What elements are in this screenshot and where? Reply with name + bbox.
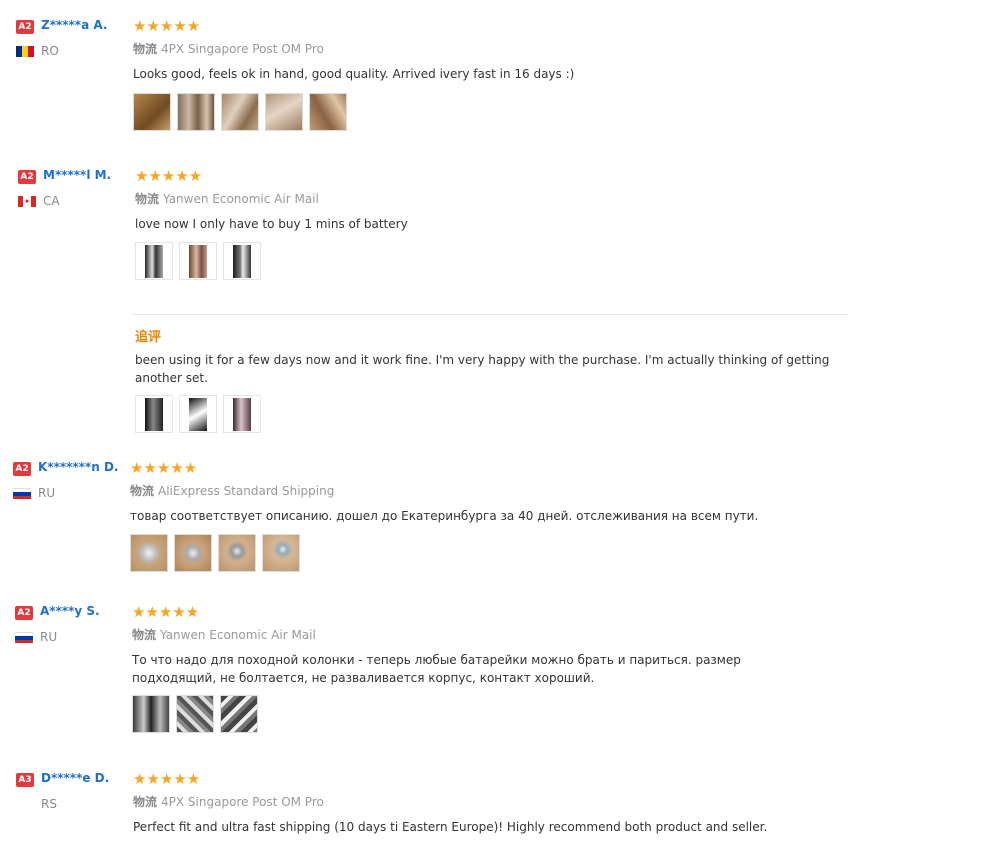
review-photo[interactable] xyxy=(223,395,261,433)
review-text: love now I only have to buy 1 mins of ba… xyxy=(135,217,408,231)
shipping-name: AliExpress Standard Shipping xyxy=(158,484,335,498)
review-content: ★★★★★ 物流 Yanwen Economic Air Mail То что … xyxy=(132,604,852,733)
review-content: ★★★★★ 物流 4PX Singapore Post OM Pro Looks … xyxy=(133,18,853,131)
shipping-label: 物流 xyxy=(132,628,157,642)
review-photo[interactable] xyxy=(262,534,300,572)
shipping-method: 物流 4PX Singapore Post OM Pro xyxy=(133,793,853,810)
append-review-text: been using it for a few days now and it … xyxy=(135,353,830,385)
review-photo[interactable] xyxy=(133,93,171,131)
shipping-method: 物流 4PX Singapore Post OM Pro xyxy=(133,40,853,57)
review-photo[interactable] xyxy=(179,242,217,280)
review-photo[interactable] xyxy=(130,534,168,572)
star-rating-icon: ★★★★★ xyxy=(132,603,200,621)
review-photos xyxy=(135,242,855,280)
reviewer-country: RU xyxy=(38,486,56,500)
level-badge: A2 xyxy=(18,170,36,184)
reviewer-country: RU xyxy=(40,630,58,644)
review-photo[interactable] xyxy=(174,534,212,572)
append-review: 追评 been using it for a few days now and … xyxy=(135,326,855,433)
shipping-label: 物流 xyxy=(130,484,155,498)
review-photo[interactable] xyxy=(179,395,217,433)
review-content: ★★★★★ 物流 4PX Singapore Post OM Pro Perfec… xyxy=(133,771,853,836)
reviewer-country: CA xyxy=(43,194,60,208)
append-divider xyxy=(133,314,848,315)
shipping-method: 物流 Yanwen Economic Air Mail xyxy=(135,190,855,207)
review-photo[interactable] xyxy=(135,395,173,433)
review-photo[interactable] xyxy=(132,695,170,733)
review-photo[interactable] xyxy=(177,93,215,131)
reviewer-name[interactable]: A****y S. xyxy=(40,604,100,618)
star-rating-icon: ★★★★★ xyxy=(133,17,201,35)
review-text: То что надо для походной колонки - тепер… xyxy=(132,653,741,685)
level-badge: A2 xyxy=(13,462,31,476)
review-content: ★★★★★ 物流 Yanwen Economic Air Mail love no… xyxy=(135,168,855,280)
review-photo[interactable] xyxy=(309,93,347,131)
shipping-name: Yanwen Economic Air Mail xyxy=(160,628,316,642)
review-photo[interactable] xyxy=(220,695,258,733)
shipping-method: 物流 AliExpress Standard Shipping xyxy=(130,482,850,499)
reviewer-name[interactable]: D*****e D. xyxy=(41,771,109,785)
review-text: товар соответствует описанию. дошел до Е… xyxy=(130,509,759,523)
reviewer-name[interactable]: M*****l M. xyxy=(43,168,111,182)
append-review-title: 追评 xyxy=(135,330,162,345)
shipping-name: 4PX Singapore Post OM Pro xyxy=(161,795,324,809)
review-photo[interactable] xyxy=(176,695,214,733)
star-rating-icon: ★★★★★ xyxy=(135,167,203,185)
shipping-name: Yanwen Economic Air Mail xyxy=(163,192,319,206)
shipping-method: 物流 Yanwen Economic Air Mail xyxy=(132,626,852,643)
shipping-label: 物流 xyxy=(135,192,160,206)
reviewer-country: RO xyxy=(41,44,59,58)
review-photos xyxy=(130,534,850,572)
review-photo[interactable] xyxy=(223,242,261,280)
review-photo[interactable] xyxy=(221,93,259,131)
level-badge: A3 xyxy=(16,773,34,787)
flag-ru-icon xyxy=(13,488,31,499)
level-badge: A2 xyxy=(16,20,34,34)
review-photos xyxy=(132,695,852,733)
reviewer-name[interactable]: Z*****a A. xyxy=(41,18,107,32)
shipping-label: 物流 xyxy=(133,795,158,809)
append-photos xyxy=(135,395,855,433)
star-rating-icon: ★★★★★ xyxy=(133,770,201,788)
level-badge: A2 xyxy=(15,606,33,620)
review-photo[interactable] xyxy=(218,534,256,572)
review-photo[interactable] xyxy=(265,93,303,131)
review-photo[interactable] xyxy=(135,242,173,280)
reviewer-country: RS xyxy=(41,797,57,811)
shipping-name: 4PX Singapore Post OM Pro xyxy=(161,42,324,56)
review-photos xyxy=(133,93,853,131)
review-text: Looks good, feels ok in hand, good quali… xyxy=(133,67,575,81)
star-rating-icon: ★★★★★ xyxy=(130,459,198,477)
flag-ca-icon: ✦ xyxy=(18,196,36,207)
flag-ru-icon xyxy=(15,632,33,643)
flag-ro-icon xyxy=(16,46,34,57)
review-content: ★★★★★ 物流 AliExpress Standard Shipping тов… xyxy=(130,460,850,572)
shipping-label: 物流 xyxy=(133,42,158,56)
reviewer-name[interactable]: K*******n D. xyxy=(38,460,118,474)
review-text: Perfect fit and ultra fast shipping (10 … xyxy=(133,820,768,834)
